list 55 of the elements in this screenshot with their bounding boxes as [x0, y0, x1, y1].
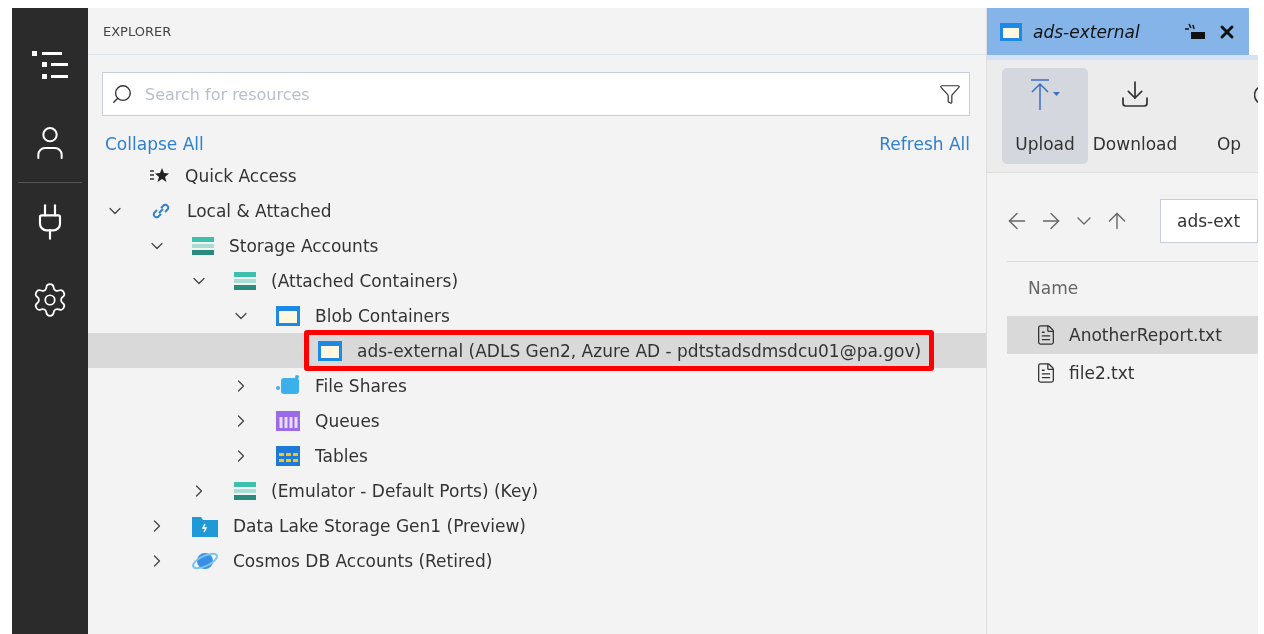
tree-item-label: Quick Access: [185, 165, 297, 186]
tree-row[interactable]: Local & Attached: [88, 193, 986, 228]
tree-row[interactable]: Quick Access: [88, 158, 986, 193]
tree-row[interactable]: (Emulator - Default Ports) (Key): [88, 473, 986, 508]
tree-item-label: Blob Containers: [315, 305, 450, 326]
container-icon: [317, 339, 343, 362]
file-row[interactable]: file2.txt: [1007, 354, 1258, 392]
toolbar-button[interactable]: Upload: [1002, 68, 1088, 164]
tree-item-label: Tables: [315, 445, 368, 466]
tree-item-label: (Attached Containers): [271, 270, 459, 291]
tree-item-label: Local & Attached: [187, 200, 332, 221]
file-name: AnotherReport.txt: [1069, 325, 1222, 345]
search-input[interactable]: Search for resources: [143, 83, 929, 105]
tree-row[interactable]: File Shares: [88, 368, 986, 403]
storage-icon: [233, 480, 257, 501]
search-field[interactable]: Search for resources: [102, 72, 970, 116]
tree-row[interactable]: Data Lake Storage Gen1 (Preview): [88, 508, 986, 543]
tree-row[interactable]: Storage Accounts: [88, 228, 986, 263]
container-icon: [275, 304, 301, 327]
column-header[interactable]: Name: [987, 262, 1258, 308]
toolbar-button[interactable]: Op: [1186, 68, 1258, 164]
tree-row[interactable]: Tables: [88, 438, 986, 473]
queue-icon: [275, 409, 301, 432]
file-icon: [1035, 362, 1057, 384]
storage-icon: [233, 270, 257, 291]
tree-item-label: Cosmos DB Accounts (Retired): [233, 550, 493, 571]
tree-row[interactable]: Blob Containers: [88, 298, 986, 333]
tree-item-label: Queues: [315, 410, 380, 431]
editor-tab[interactable]: ads-external: [987, 8, 1249, 55]
panel-title: EXPLORER: [88, 8, 986, 55]
search-icon: [111, 83, 133, 105]
file-row[interactable]: AnotherReport.txt: [1007, 316, 1258, 354]
tree-item-label: Data Lake Storage Gen1 (Preview): [233, 515, 526, 536]
container-icon: [999, 21, 1023, 42]
tab-title: ads-external: [1033, 21, 1141, 42]
tree-item-label: ads-external (ADLS Gen2, Azure AD - pdtstadsdmsdcu01@pa.gov): [357, 340, 922, 361]
refresh-all-link[interactable]: Refresh All: [879, 134, 970, 154]
tree-row[interactable]: Cosmos DB Accounts (Retired): [88, 543, 986, 578]
file-icon: [1035, 324, 1057, 346]
tree-item-label: File Shares: [315, 375, 407, 396]
tree-row[interactable]: ads-external (ADLS Gen2, Azure AD - pdtstadsdmsdcu01@pa.gov): [88, 333, 986, 368]
upload-icon: [1029, 78, 1061, 112]
tree-row[interactable]: Queues: [88, 403, 986, 438]
collapse-all-link[interactable]: Collapse All: [105, 134, 204, 154]
filter-icon[interactable]: [939, 83, 961, 105]
tree-row[interactable]: (Attached Containers): [88, 263, 986, 298]
tree-item-label: (Emulator - Default Ports) (Key): [271, 480, 539, 501]
storage-icon: [191, 235, 215, 256]
toolbar-button[interactable]: Download: [1092, 68, 1178, 164]
tree-item-label: Storage Accounts: [229, 235, 379, 256]
address-field[interactable]: ads-ext: [1160, 199, 1258, 243]
table-icon: [275, 444, 301, 467]
pin-icon[interactable]: [1183, 22, 1207, 41]
file-name: file2.txt: [1069, 363, 1135, 383]
download-icon: [1119, 78, 1151, 110]
